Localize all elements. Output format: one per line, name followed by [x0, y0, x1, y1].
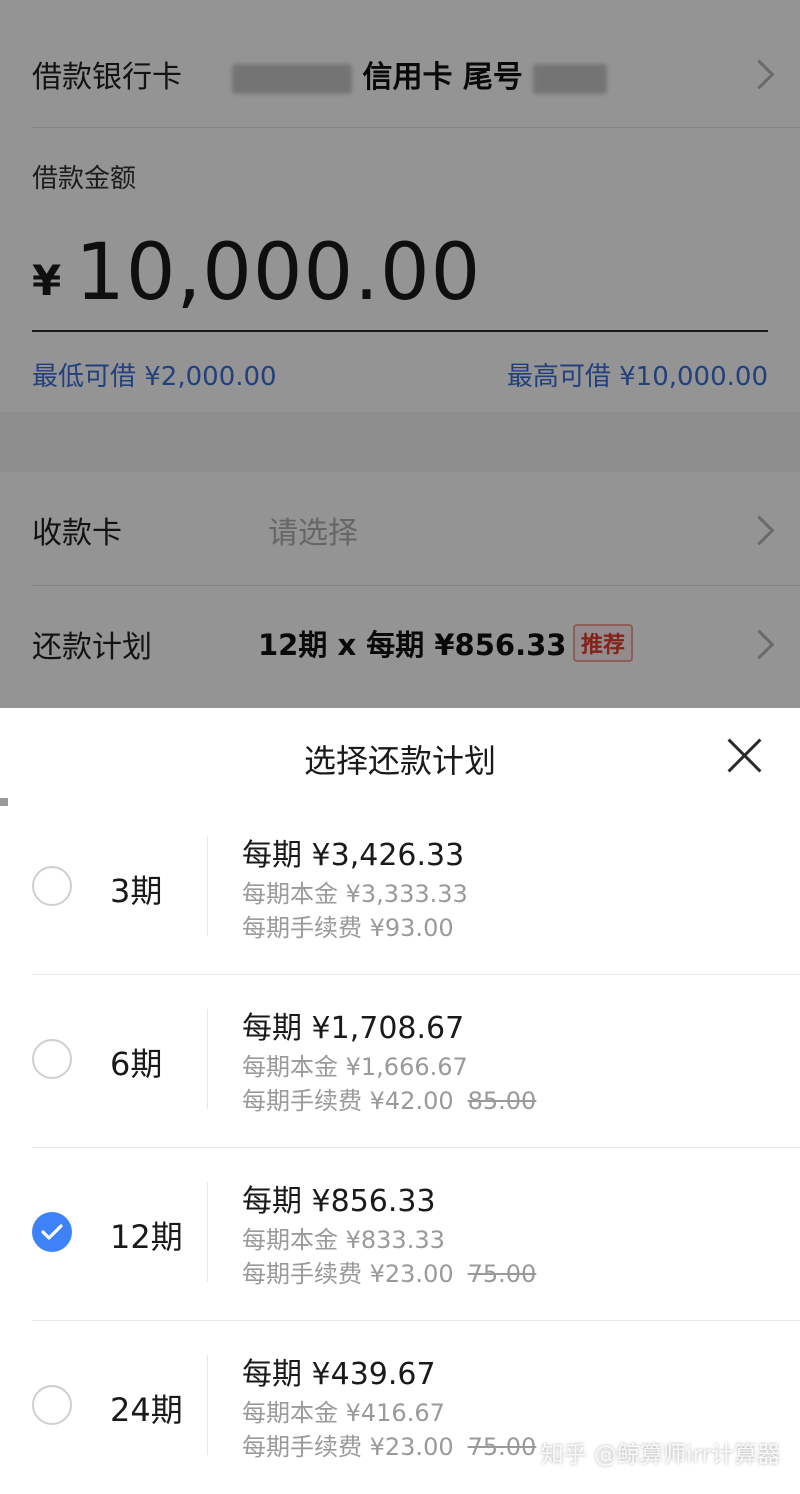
payment-per-period: 每期 ¥3,426.33	[242, 838, 465, 873]
principal-per-period: 每期本金 ¥833.33	[242, 1226, 445, 1254]
fee-per-period: 每期手续费 ¥23.00 75.00	[242, 1427, 536, 1462]
watermark: 知乎 @鲸算师irr计算器	[540, 1442, 780, 1468]
sheet-title: 选择还款计划	[303, 742, 496, 780]
principal-per-period: 每期本金 ¥416.67	[242, 1399, 445, 1427]
plan-option-3[interactable]: 3期 每期 ¥3,426.33 每期本金 ¥3,333.33 每期手续费 ¥93…	[0, 802, 800, 975]
payment-per-period: 每期 ¥439.67	[242, 1357, 436, 1392]
plan-option-12[interactable]: 12期 每期 ¥856.33 每期本金 ¥833.33 每期手续费 ¥23.00…	[0, 1148, 800, 1321]
radio-button[interactable]	[32, 1039, 72, 1079]
term-label: 3期	[110, 872, 163, 910]
fee-value: 每期手续费 ¥42.00	[242, 1087, 454, 1115]
divider	[207, 1009, 208, 1109]
term-label: 6期	[110, 1045, 163, 1083]
fee-per-period: 每期手续费 ¥93.00	[242, 908, 454, 943]
divider	[207, 836, 208, 936]
fee-value: 每期手续费 ¥23.00	[242, 1433, 454, 1461]
fee-original-strikethrough: 85.00	[467, 1087, 537, 1115]
modal-overlay[interactable]	[0, 0, 800, 708]
fee-value: 每期手续费 ¥23.00	[242, 1260, 454, 1288]
plan-option-6[interactable]: 6期 每期 ¥1,708.67 每期本金 ¥1,666.67 每期手续费 ¥42…	[0, 975, 800, 1148]
close-icon[interactable]	[726, 736, 764, 774]
divider	[207, 1355, 208, 1455]
payment-per-period: 每期 ¥1,708.67	[242, 1011, 465, 1046]
divider	[207, 1182, 208, 1282]
radio-button-checked[interactable]	[32, 1212, 72, 1252]
radio-button[interactable]	[32, 1385, 72, 1425]
principal-per-period: 每期本金 ¥1,666.67	[242, 1053, 468, 1081]
fee-per-period: 每期手续费 ¥23.00 75.00	[242, 1254, 536, 1289]
radio-button[interactable]	[32, 866, 72, 906]
fee-per-period: 每期手续费 ¥42.00 85.00	[242, 1081, 536, 1116]
payment-per-period: 每期 ¥856.33	[242, 1184, 436, 1219]
principal-per-period: 每期本金 ¥3,333.33	[242, 880, 468, 908]
checkmark-icon	[41, 1224, 63, 1240]
repay-plan-sheet: 选择还款计划 3期 每期 ¥3,426.33 每期本金 ¥3,333.33 每期…	[0, 708, 800, 1487]
term-label: 24期	[110, 1391, 183, 1429]
fee-value: 每期手续费 ¥93.00	[242, 914, 454, 942]
fee-original-strikethrough: 75.00	[467, 1260, 537, 1288]
term-label: 12期	[110, 1218, 183, 1256]
fee-original-strikethrough: 75.00	[467, 1433, 537, 1461]
